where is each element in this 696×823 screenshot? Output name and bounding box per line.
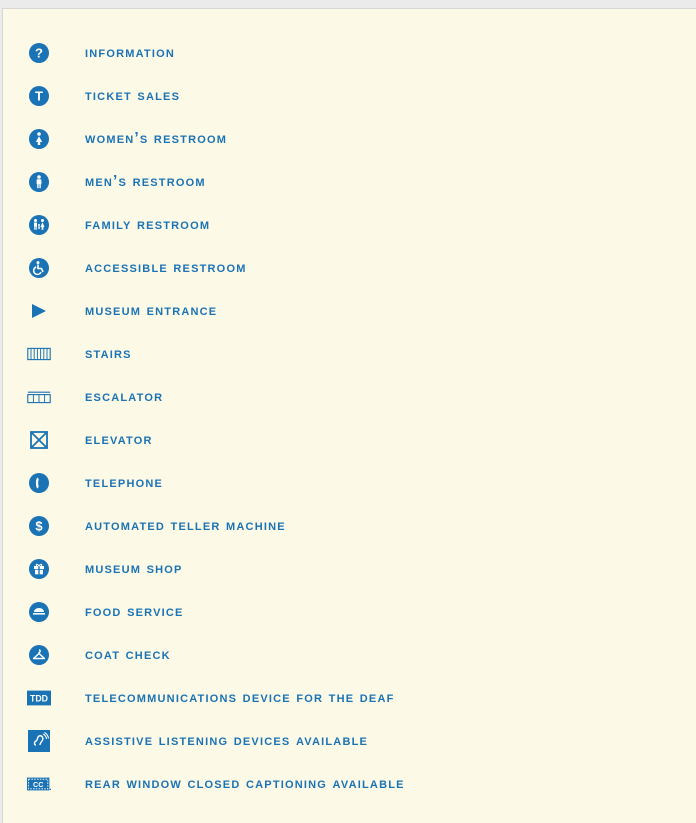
legend-label: TELECOMMUNICATIONS DEVICE FOR THE DEAF bbox=[85, 689, 395, 706]
legend-label: COAT CHECK bbox=[85, 646, 171, 663]
legend-label: ACCESSIBLE RESTROOM bbox=[85, 259, 247, 276]
museum-entrance-icon bbox=[27, 297, 51, 325]
food-service-icon bbox=[27, 598, 51, 626]
tdd-icon-text: TDD bbox=[30, 694, 48, 704]
legend-label: ESCALATOR bbox=[85, 388, 164, 405]
museum-shop-icon bbox=[27, 555, 51, 583]
accessible-restroom-icon bbox=[27, 254, 51, 282]
legend-label: FOOD SERVICE bbox=[85, 603, 184, 620]
tdd-icon: TDD bbox=[27, 684, 51, 712]
legend-label: TELEPHONE bbox=[85, 474, 164, 491]
legend-label: MUSEUM ENTRANCE bbox=[85, 302, 218, 319]
mens-restroom-icon bbox=[27, 168, 51, 196]
svg-text:T: T bbox=[35, 89, 43, 104]
assistive-listening-icon bbox=[27, 727, 51, 755]
cc-icon-text: CC bbox=[33, 780, 43, 789]
escalator-icon bbox=[27, 383, 51, 411]
legend-label: STAIRS bbox=[85, 345, 132, 362]
legend-label: ASSISTIVE LISTENING DEVICES AVAILABLE bbox=[85, 732, 369, 749]
stairs-icon bbox=[27, 340, 51, 368]
legend-label: MEN’S RESTROOM bbox=[85, 173, 206, 190]
legend-label: ELEVATOR bbox=[85, 431, 153, 448]
legend-label: TICKET SALES bbox=[85, 87, 181, 104]
legend-label: REAR WINDOW CLOSED CAPTIONING AVAILABLE bbox=[85, 775, 405, 792]
elevator-icon bbox=[27, 426, 51, 454]
legend-label: WOMEN’S RESTROOM bbox=[85, 130, 228, 147]
svg-text:?: ? bbox=[35, 46, 43, 61]
coat-check-icon bbox=[27, 641, 51, 669]
atm-icon: $ bbox=[27, 512, 51, 540]
svg-text:$: $ bbox=[35, 519, 43, 534]
ticket-sales-icon: T bbox=[27, 82, 51, 110]
legend-label: FAMILY RESTROOM bbox=[85, 216, 211, 233]
legend-label: MUSEUM SHOP bbox=[85, 560, 183, 577]
legend-panel: ? INFORMATION T TICKET SALES WOMEN’S RES… bbox=[2, 8, 696, 823]
information-icon: ? bbox=[27, 39, 51, 67]
womens-restroom-icon bbox=[27, 125, 51, 153]
legend-label: INFORMATION bbox=[85, 44, 175, 61]
family-restroom-icon bbox=[27, 211, 51, 239]
legend-label: AUTOMATED TELLER MACHINE bbox=[85, 517, 286, 534]
telephone-icon bbox=[27, 469, 51, 497]
closed-captioning-icon: CC bbox=[27, 770, 51, 798]
